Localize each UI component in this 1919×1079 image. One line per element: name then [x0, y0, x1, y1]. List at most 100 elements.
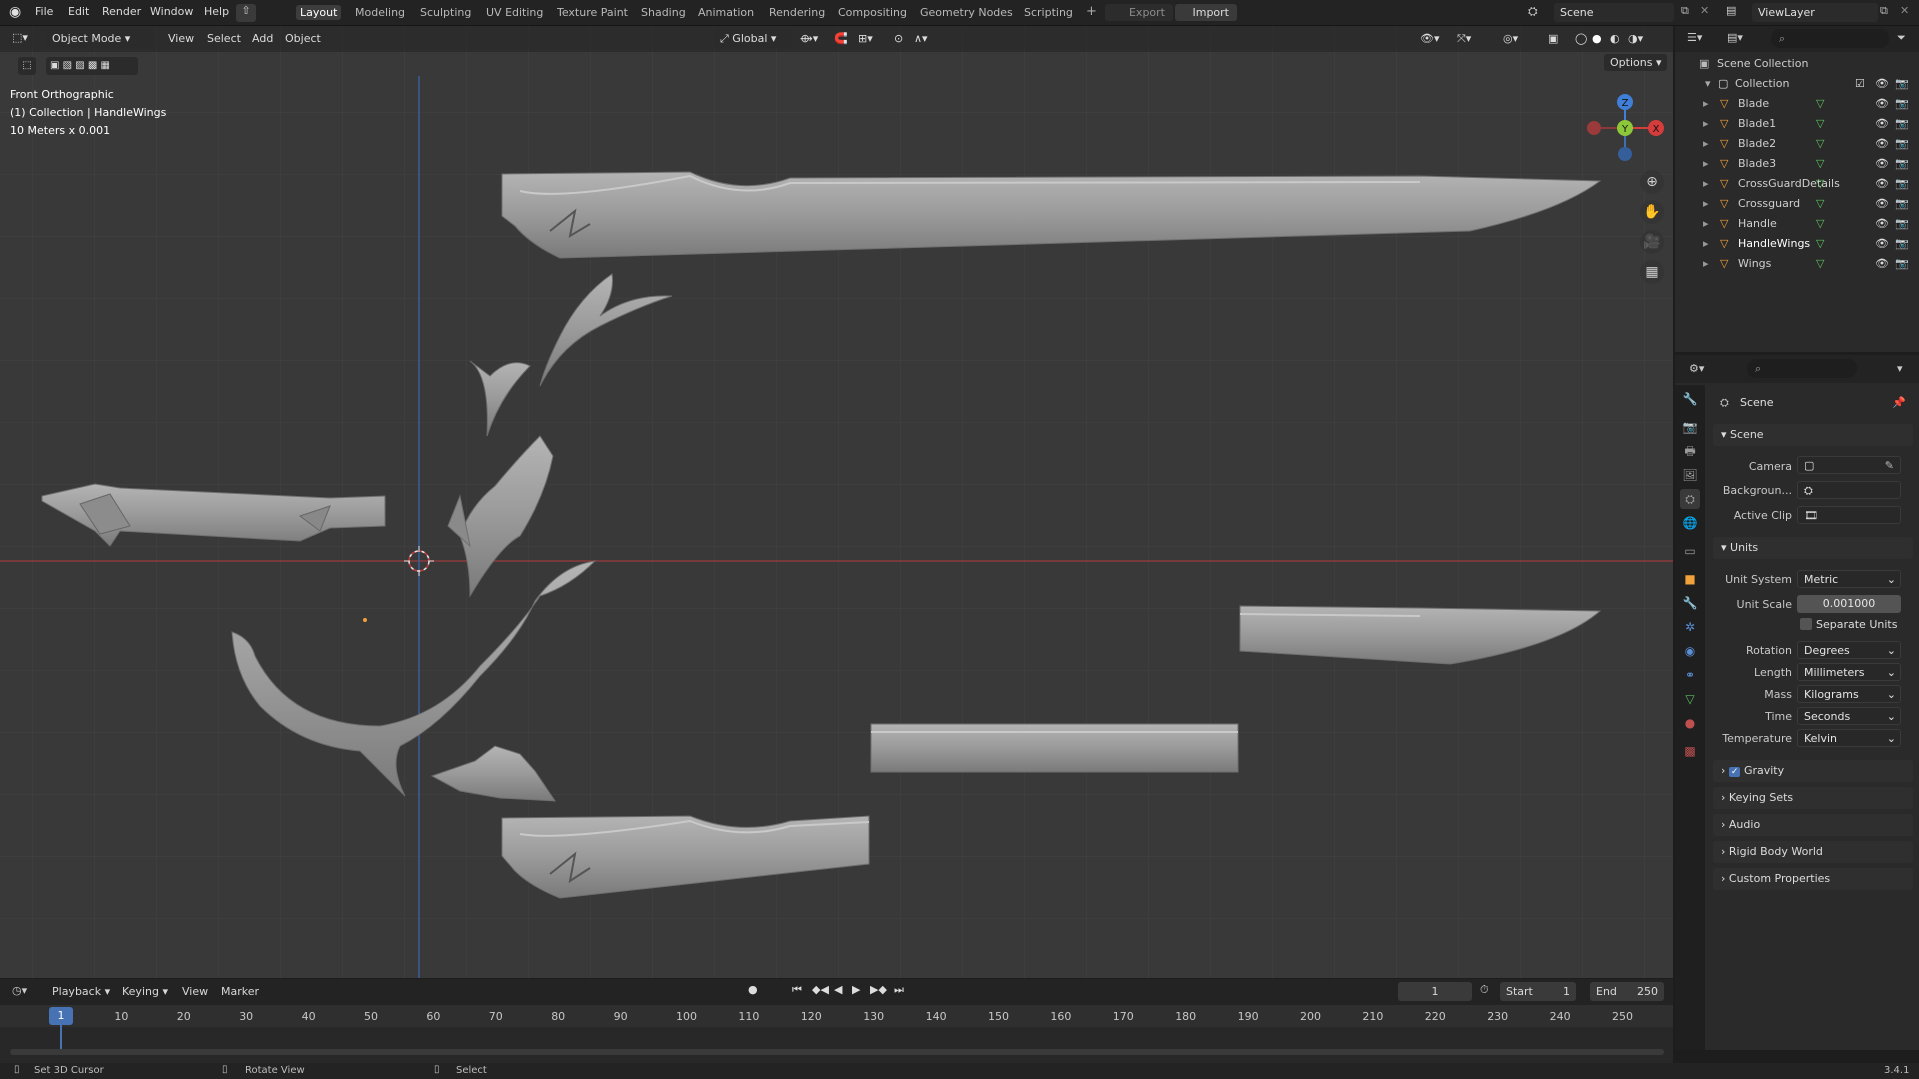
prev-keyframe-icon[interactable]: ◆◀	[812, 983, 829, 996]
rigid-body-world-panel-header[interactable]: › Rigid Body World	[1713, 841, 1913, 863]
menu-edit[interactable]: Edit	[68, 5, 89, 18]
menu-view[interactable]: View	[168, 32, 194, 45]
texture-tab-icon[interactable]: ▩	[1680, 741, 1700, 761]
modifier-tab-icon[interactable]: 🔧	[1680, 593, 1700, 613]
outliner-editor-icon[interactable]: ☰▾	[1687, 31, 1702, 44]
expand-arrow-icon[interactable]: ▸	[1703, 217, 1709, 230]
eye-icon[interactable]: 👁	[1875, 197, 1889, 210]
outliner-item[interactable]: ▸ ▽ HandleWings ▽ 👁 📷	[1675, 234, 1919, 254]
mesh-data-icon[interactable]: ▽	[1816, 237, 1824, 250]
pivot-icon[interactable]: ⟴▾	[800, 32, 818, 45]
jump-start-icon[interactable]: ⏮	[792, 983, 802, 997]
expand-arrow-icon[interactable]: ▸	[1703, 97, 1709, 110]
mesh-data-icon[interactable]: ▽	[1816, 157, 1824, 170]
active-clip-field[interactable]: 🎞	[1797, 506, 1901, 524]
start-frame-input[interactable]: Start 1	[1500, 982, 1576, 1001]
eye-icon[interactable]: 👁	[1875, 177, 1889, 190]
camera-render-icon[interactable]: 📷	[1895, 117, 1909, 130]
timeline-editor-icon[interactable]: ◷▾	[12, 984, 27, 997]
units-panel-header[interactable]: ▾ Units	[1713, 537, 1913, 559]
tab-sculpting[interactable]: Sculpting	[420, 6, 471, 19]
camera-view-icon[interactable]: 🎥	[1640, 230, 1664, 254]
eyedropper-icon[interactable]: ✎	[1885, 459, 1894, 472]
scene-tab-icon[interactable]: ⛭	[1680, 489, 1700, 509]
tab-texture-paint[interactable]: Texture Paint	[557, 6, 628, 19]
menu-playback[interactable]: Playback ▾	[52, 985, 110, 998]
background-field[interactable]: ⛭	[1797, 481, 1901, 499]
current-frame-input[interactable]: 1	[1398, 982, 1472, 1001]
overlay-toggle-icon[interactable]: ◎▾	[1503, 32, 1518, 45]
scene-panel-header[interactable]: ▾ Scene	[1713, 424, 1913, 446]
outliner-item[interactable]: ▸ ▽ Blade1 ▽ 👁 📷	[1675, 114, 1919, 134]
scene-selector[interactable]: Scene	[1554, 3, 1674, 22]
material-shading-icon[interactable]: ◐	[1610, 32, 1620, 45]
camera-render-icon[interactable]: 📷	[1895, 77, 1909, 90]
3d-viewport[interactable]: Z X Y ⬚▾ Object Mode ▾ View Select Add O…	[0, 26, 1673, 978]
expand-arrow-icon[interactable]: ▸	[1703, 257, 1709, 270]
eye-icon[interactable]: 👁	[1875, 77, 1889, 90]
visibility-icon[interactable]: 👁▾	[1420, 32, 1440, 45]
delete-scene-icon[interactable]: ✕	[1700, 4, 1709, 17]
select-tool-icon[interactable]: ⬚	[18, 57, 36, 75]
tab-geometry-nodes[interactable]: Geometry Nodes	[920, 6, 1013, 19]
wireframe-shading-icon[interactable]: ◯	[1575, 32, 1587, 45]
editor-type-icon[interactable]: ⬚▾	[12, 31, 28, 44]
transform-orientation-selector[interactable]: ⤢ Global ▾	[714, 29, 792, 48]
expand-arrow-icon[interactable]: ▸	[1703, 137, 1709, 150]
upload-icon[interactable]: ⇧	[236, 4, 256, 22]
material-tab-icon[interactable]: ●	[1680, 713, 1700, 733]
camera-render-icon[interactable]: 📷	[1895, 217, 1909, 230]
pin-icon[interactable]: 📌	[1892, 396, 1906, 409]
gizmo-toggle-icon[interactable]: ⤧▾	[1457, 32, 1471, 46]
add-workspace-icon[interactable]: +	[1086, 4, 1097, 19]
camera-render-icon[interactable]: 📷	[1895, 137, 1909, 150]
outliner-item[interactable]: ▸ ▽ Blade2 ▽ 👁 📷	[1675, 134, 1919, 154]
output-tab-icon[interactable]: 🖶	[1680, 441, 1700, 461]
tab-rendering[interactable]: Rendering	[769, 6, 825, 19]
new-scene-icon[interactable]: ⧉	[1681, 4, 1689, 18]
camera-render-icon[interactable]: 📷	[1895, 157, 1909, 170]
menu-help[interactable]: Help	[204, 5, 229, 18]
mesh-data-icon[interactable]: ▽	[1816, 117, 1824, 130]
xray-toggle-icon[interactable]: ▣	[1548, 32, 1558, 45]
rotation-select[interactable]: Degrees ⌄	[1797, 641, 1901, 659]
mesh-data-icon[interactable]: ▽	[1816, 197, 1824, 210]
options-dropdown[interactable]: Options ▾	[1604, 54, 1668, 71]
world-tab-icon[interactable]: 🌐	[1680, 513, 1700, 533]
tab-modeling[interactable]: Modeling	[355, 6, 405, 19]
tool-tab-icon[interactable]: 🔧	[1680, 389, 1700, 409]
rendered-shading-icon[interactable]: ◑▾	[1628, 32, 1643, 45]
properties-options-icon[interactable]: ▾	[1897, 362, 1903, 375]
expand-arrow-icon[interactable]: ▸	[1703, 177, 1709, 190]
scene-icon[interactable]: ⛭	[1528, 4, 1538, 19]
eye-icon[interactable]: 👁	[1875, 137, 1889, 150]
display-mode-icon[interactable]: ▤▾	[1727, 31, 1743, 44]
proportional-edit-icon[interactable]: ⊙	[894, 32, 903, 45]
unit-system-select[interactable]: Metric ⌄	[1797, 570, 1901, 588]
eye-icon[interactable]: 👁	[1875, 117, 1889, 130]
menu-object[interactable]: Object	[285, 32, 321, 45]
snap-target-icon[interactable]: ⊞▾	[858, 32, 873, 45]
outliner-item[interactable]: ▸ ▽ Blade3 ▽ 👁 📷	[1675, 154, 1919, 174]
end-frame-input[interactable]: End 250	[1590, 982, 1664, 1001]
mesh-data-icon[interactable]: ▽	[1816, 97, 1824, 110]
keying-sets-panel-header[interactable]: › Keying Sets	[1713, 787, 1913, 809]
constraints-tab-icon[interactable]: ⚭	[1680, 665, 1700, 685]
separate-units-checkbox[interactable]	[1800, 618, 1812, 630]
eye-icon[interactable]: 👁	[1875, 97, 1889, 110]
filter-icon[interactable]: ⏷	[1897, 31, 1906, 45]
viewport-canvas[interactable]: Z X Y	[0, 26, 1673, 978]
temperature-select[interactable]: Kelvin ⌄	[1797, 729, 1901, 747]
tab-compositing[interactable]: Compositing	[838, 6, 907, 19]
menu-add[interactable]: Add	[252, 32, 273, 45]
time-select[interactable]: Seconds ⌄	[1797, 707, 1901, 725]
eye-icon[interactable]: 👁	[1875, 217, 1889, 230]
eye-icon[interactable]: 👁	[1875, 257, 1889, 270]
outliner-item[interactable]: ▸ ▽ Wings ▽ 👁 📷	[1675, 254, 1919, 274]
physics-tab-icon[interactable]: ◉	[1680, 641, 1700, 661]
menu-timeline-view[interactable]: View	[182, 985, 208, 998]
properties-editor-icon[interactable]: ⚙▾	[1689, 362, 1704, 375]
view-layer-icon[interactable]: ▤	[1726, 4, 1736, 17]
mode-selector[interactable]: Object Mode ▾	[46, 29, 154, 48]
menu-file[interactable]: File	[35, 5, 53, 18]
